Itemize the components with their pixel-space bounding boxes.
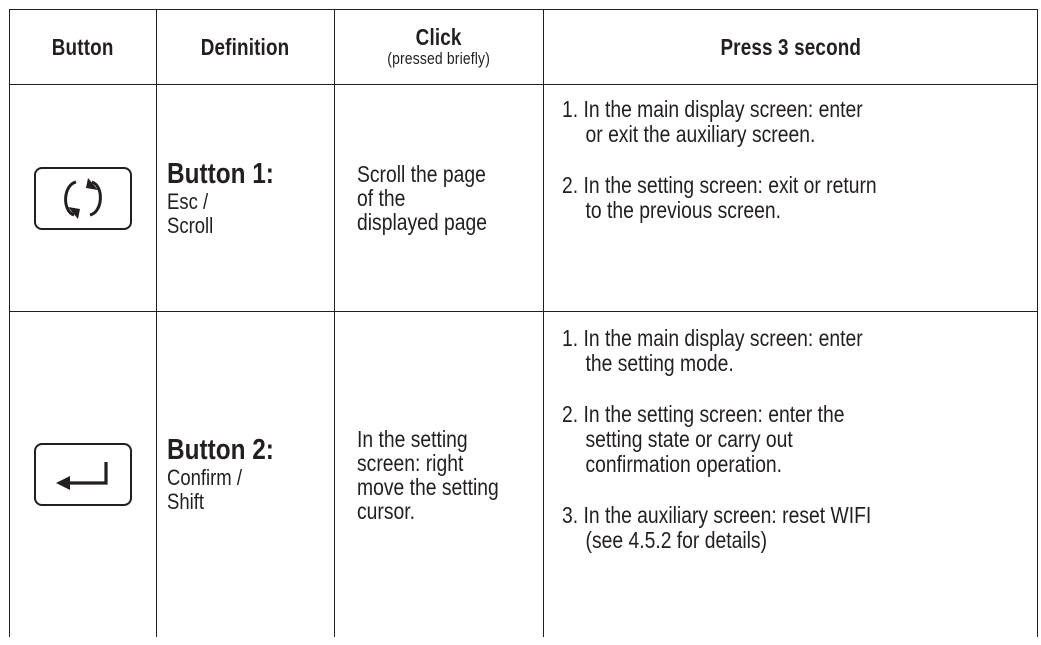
manual-page: Button Definition Click (pressed briefly…: [0, 0, 1041, 645]
press-item-line: 1. In the main display screen: enter: [562, 96, 863, 122]
press-cell: 1. In the main display screen: enter or …: [543, 84, 1038, 312]
header-press-label: Press 3 second: [720, 33, 861, 60]
header-press: Press 3 second: [543, 9, 1038, 85]
press-item: 3. In the auxiliary screen: reset WIFI (…: [562, 503, 961, 553]
button-1-key: [34, 166, 132, 230]
table-header-row: Button Definition Click (pressed briefly…: [9, 9, 1038, 85]
button-1-title: Button 1:: [167, 157, 274, 190]
header-click-label: Click: [416, 23, 462, 50]
button-icon-cell: [9, 84, 157, 312]
click-text-line: displayed page: [357, 209, 487, 235]
press-item-line: confirmation operation.: [585, 451, 783, 477]
button-2-title: Button 2:: [167, 434, 274, 466]
button-function-table: Button Definition Click (pressed briefly…: [9, 9, 1038, 637]
press-item-line: setting state or carry out: [585, 426, 793, 452]
press-item: 2. In the setting screen: enter the sett…: [562, 402, 961, 477]
press-item-line: or exit the auxiliary screen.: [585, 121, 816, 147]
click-text-line: of the: [357, 185, 406, 211]
definition-cell: Button 2: Confirm / Shift: [156, 311, 335, 637]
press-item: 1. In the main display screen: enter or …: [562, 97, 961, 147]
click-text-line: Scroll the page: [357, 161, 486, 187]
click-text-line: move the setting: [357, 473, 499, 500]
click-text-line: In the setting: [357, 425, 468, 452]
button-2-sub-line: Confirm /: [167, 465, 242, 490]
button-1-sub-line: Scroll: [167, 212, 214, 238]
header-button: Button: [9, 9, 157, 85]
definition-cell: Button 1: Esc / Scroll: [156, 84, 335, 312]
header-button-label: Button: [52, 33, 114, 60]
button-1-sub-line: Esc /: [167, 188, 209, 214]
press-item: 2. In the setting screen: exit or return…: [562, 173, 961, 223]
header-click: Click (pressed briefly): [334, 9, 544, 85]
header-click-sublabel: (pressed briefly): [387, 48, 491, 68]
header-definition-label: Definition: [201, 33, 290, 60]
press-item-line: 2. In the setting screen: enter the: [562, 401, 845, 427]
press-cell: 1. In the main display screen: enter the…: [543, 311, 1038, 637]
header-definition: Definition: [156, 9, 335, 85]
click-cell: In the setting screen: right move the se…: [334, 311, 544, 637]
press-item-line: to the previous screen.: [585, 197, 781, 223]
press-item-line: the setting mode.: [585, 350, 734, 376]
rotate-arrows-icon: [64, 177, 102, 219]
click-cell: Scroll the page of the displayed page: [334, 84, 544, 312]
button-icon-cell: [9, 311, 157, 637]
press-item: 1. In the main display screen: enter the…: [562, 326, 961, 376]
press-item-line: 1. In the main display screen: enter: [562, 325, 863, 351]
click-text-line: screen: right: [357, 449, 464, 476]
button-2-key: [34, 443, 132, 506]
table-row: Button 1: Esc / Scroll Scroll the page o…: [9, 84, 1038, 312]
press-item-line: (see 4.5.2 for details): [585, 527, 768, 553]
press-item-line: 2. In the setting screen: exit or return: [562, 172, 877, 198]
table-row: Button 2: Confirm / Shift In the setting…: [9, 311, 1038, 637]
button-2-sub-line: Shift: [167, 489, 204, 514]
press-item-line: 3. In the auxiliary screen: reset WIFI: [562, 502, 872, 528]
click-text-line: cursor.: [357, 497, 415, 524]
enter-arrow-icon: [56, 462, 108, 490]
